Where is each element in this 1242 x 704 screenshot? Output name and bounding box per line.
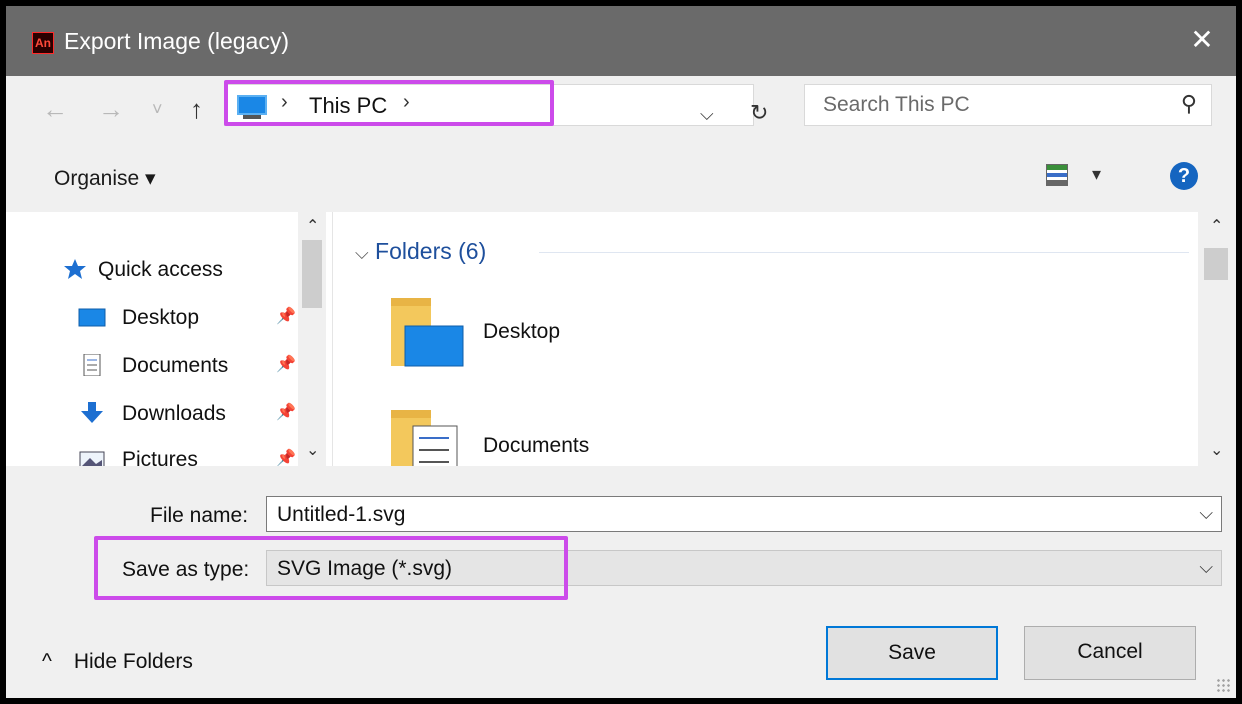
scroll-up-arrow-icon[interactable]: ⌃	[1210, 216, 1223, 236]
cancel-button[interactable]: Cancel	[1024, 626, 1196, 680]
downloads-icon	[81, 402, 103, 423]
change-view-icon[interactable]	[1046, 164, 1068, 186]
file-list-scrollbar[interactable]: ⌃ ⌄	[1198, 212, 1236, 466]
folder-label-desktop[interactable]: Desktop	[483, 320, 560, 344]
file-list: ⌵ Folders (6) Desktop Documents	[332, 212, 1199, 479]
address-highlight-box	[224, 80, 554, 126]
desktop-icon	[78, 308, 106, 327]
search-icon[interactable]: ⚲	[1181, 91, 1197, 117]
sidebar-item-label: Documents	[122, 354, 229, 377]
refresh-icon[interactable]: ↻	[750, 100, 768, 126]
file-name-field[interactable]: Untitled-1.svg ⌵	[266, 496, 1222, 532]
navigation-pane-scrollbar[interactable]: ⌃ ⌄	[298, 212, 326, 466]
save-type-highlight-box	[94, 536, 568, 600]
folders-group-header[interactable]: ⌵ Folders (6)	[355, 238, 486, 265]
navigation-bar: ← → ˅ ↑ › This PC › ⌵ ↻ Search This PC ⚲	[6, 76, 1236, 146]
save-options-panel: File name: Untitled-1.svg ⌵ Save as type…	[6, 466, 1236, 698]
scrollbar-thumb[interactable]	[1204, 248, 1228, 280]
pin-icon[interactable]: 📌	[276, 306, 296, 326]
animate-logo-icon: An	[32, 32, 54, 54]
command-bar: Organise ▾ ▾ ?	[6, 146, 1236, 213]
pin-icon[interactable]: 📌	[276, 354, 296, 374]
forward-icon[interactable]: →	[98, 94, 124, 124]
back-icon[interactable]: ←	[42, 94, 68, 124]
sidebar-item-label: Quick access	[98, 258, 223, 281]
file-name-dropdown-icon[interactable]: ⌵	[1199, 503, 1213, 524]
folder-label-documents[interactable]: Documents	[483, 434, 589, 458]
group-divider	[539, 252, 1189, 253]
pin-icon[interactable]: 📌	[276, 402, 296, 422]
close-icon[interactable]: ✕	[1182, 20, 1222, 60]
folders-group-title: Folders (6)	[375, 238, 487, 264]
desktop-folder-icon[interactable]	[387, 292, 467, 372]
pin-icon[interactable]: 📌	[276, 448, 296, 468]
help-icon[interactable]: ?	[1170, 162, 1198, 190]
export-dialog: An Export Image (legacy) ✕ ← → ˅ ↑ › Thi…	[6, 6, 1236, 698]
save-button[interactable]: Save	[826, 626, 998, 680]
address-dropdown-icon[interactable]: ⌵	[700, 104, 714, 125]
save-type-dropdown-icon[interactable]: ⌵	[1199, 557, 1213, 578]
recent-locations-icon[interactable]: ˅	[152, 94, 163, 124]
file-name-value[interactable]: Untitled-1.svg	[277, 503, 405, 527]
resize-grip[interactable]	[1216, 678, 1230, 692]
scroll-down-arrow-icon[interactable]: ⌄	[306, 440, 319, 460]
sidebar-item-label: Desktop	[122, 306, 200, 329]
navigation-pane: Quick access Desktop 📌 Documents 📌 Downl…	[6, 212, 332, 471]
chevron-up-icon: ^	[42, 650, 52, 673]
file-name-label: File name:	[150, 504, 249, 527]
scroll-up-arrow-icon[interactable]: ⌃	[306, 216, 319, 236]
view-dropdown-icon[interactable]: ▾	[1092, 164, 1101, 185]
star-icon	[64, 259, 86, 279]
documents-icon	[83, 354, 101, 376]
organise-menu[interactable]: Organise ▾	[54, 166, 156, 191]
hide-folders-label: Hide Folders	[73, 650, 193, 673]
search-placeholder: Search This PC	[823, 93, 970, 116]
search-box[interactable]: Search This PC ⚲	[804, 84, 1212, 126]
scroll-down-arrow-icon[interactable]: ⌄	[1210, 440, 1223, 460]
hide-folders-button[interactable]: ^ Hide Folders	[42, 650, 193, 674]
chevron-down-icon: ⌵	[355, 243, 369, 263]
dialog-title: Export Image (legacy)	[64, 28, 289, 54]
up-icon[interactable]: ↑	[190, 94, 203, 124]
title-bar: An Export Image (legacy) ✕	[6, 6, 1236, 76]
scrollbar-thumb[interactable]	[302, 240, 322, 308]
sidebar-item-label: Downloads	[122, 402, 226, 425]
